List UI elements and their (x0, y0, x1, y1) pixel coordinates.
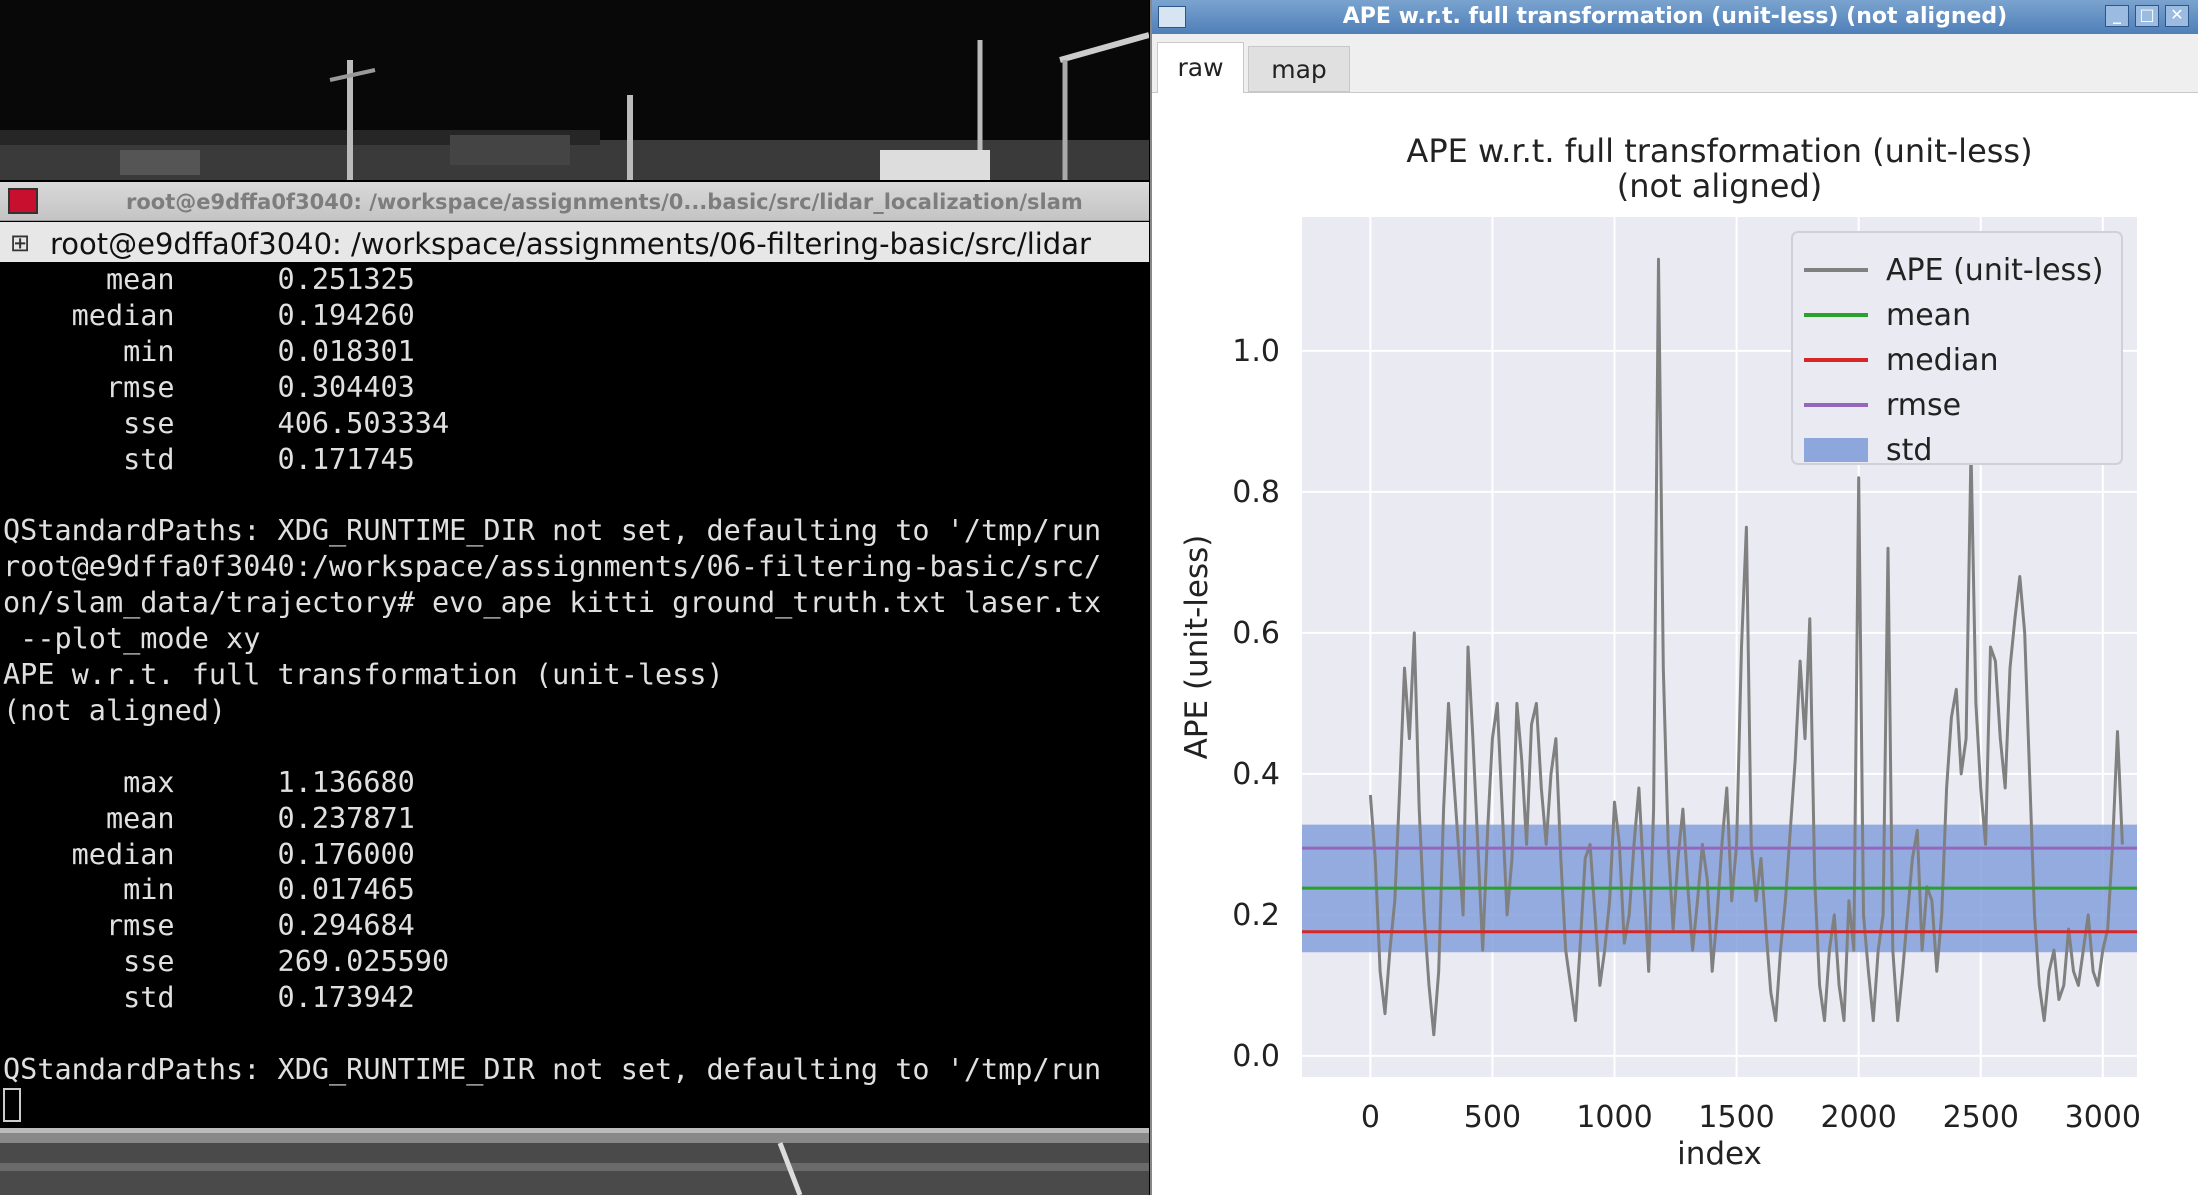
maximize-button[interactable]: □ (2135, 5, 2159, 27)
close-button[interactable]: ✕ (2165, 5, 2189, 27)
legend-label: mean (1886, 298, 1971, 333)
plot-window-title: APE w.r.t. full transformation (unit-les… (1342, 4, 2008, 29)
terminal-cursor (3, 1087, 21, 1122)
y-axis-label: APE (unit-less) (1179, 535, 1215, 760)
desktop-left: root@e9dffa0f3040: /workspace/assignment… (0, 0, 1149, 1195)
x-tick-label: 1500 (1698, 1100, 1774, 1135)
x-tick-label: 2500 (1943, 1100, 2019, 1135)
lidar-background-bottom (0, 1133, 1149, 1195)
window-menu-icon[interactable]: ⊞ (10, 231, 32, 255)
x-tick-label: 3000 (2065, 1100, 2141, 1135)
legend-label: APE (unit-less) (1886, 253, 2104, 288)
x-tick-label: 1000 (1576, 1100, 1652, 1135)
background-window-title: root@e9dffa0f3040: /workspace/assignment… (126, 190, 1083, 214)
y-tick-label: 0.4 (1232, 757, 1280, 792)
plot-window: APE w.r.t. full transformation (unit-les… (1150, 0, 2198, 1195)
terminal-output[interactable]: mean 0.251325 median 0.194260 min 0.0183… (0, 262, 1149, 1130)
terminal-title: root@e9dffa0f3040: /workspace/assignment… (50, 227, 1091, 261)
background-window-titlebar[interactable]: root@e9dffa0f3040: /workspace/assignment… (0, 182, 1149, 221)
legend-swatch-std (1804, 438, 1868, 462)
minimize-button[interactable]: _ (2105, 5, 2129, 27)
x-tick-label: 500 (1464, 1100, 1521, 1135)
terminal-app-icon (8, 188, 38, 214)
y-tick-label: 0.0 (1232, 1039, 1280, 1074)
chart-title: APE w.r.t. full transformation (unit-les… (1406, 132, 2032, 170)
terminal-titlebar[interactable]: ⊞ root@e9dffa0f3040: /workspace/assignme… (0, 222, 1149, 263)
tab-raw[interactable]: raw (1157, 42, 1244, 93)
chart-title: (not aligned) (1617, 167, 1823, 205)
tab-bar: raw map (1152, 34, 2198, 93)
y-tick-label: 0.8 (1232, 475, 1280, 510)
y-tick-label: 0.6 (1232, 616, 1280, 651)
lidar-background-top (0, 0, 1149, 180)
x-tick-label: 0 (1361, 1100, 1380, 1135)
legend-label: rmse (1886, 388, 1961, 423)
legend-label: std (1886, 433, 1932, 468)
plot-window-titlebar[interactable]: APE w.r.t. full transformation (unit-les… (1152, 0, 2198, 35)
terminal-text: mean 0.251325 median 0.194260 min 0.0183… (3, 263, 1102, 1086)
ape-chart: 0 500 1000 1500 2000 2500 3000 0.0 0.2 0.4 0.6 0.8 1… (1179, 132, 2141, 1172)
x-axis-label: index (1677, 1136, 1762, 1172)
y-tick-label: 1.0 (1232, 334, 1280, 369)
tab-map[interactable]: map (1248, 46, 1350, 92)
y-tick-label: 0.2 (1232, 898, 1280, 933)
x-tick-label: 2000 (1820, 1100, 1896, 1135)
legend-label: median (1886, 343, 1998, 378)
